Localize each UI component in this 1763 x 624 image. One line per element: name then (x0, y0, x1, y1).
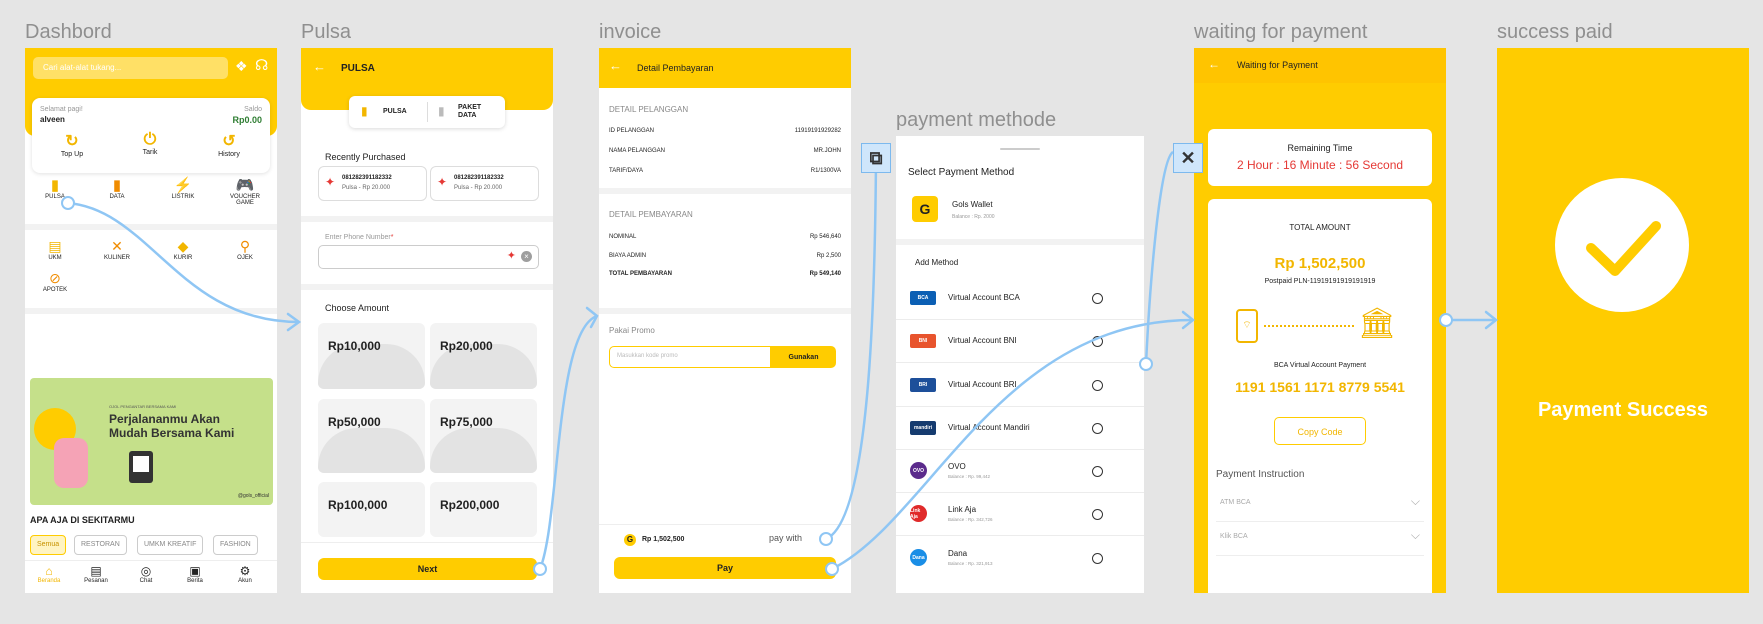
flow-line (67, 201, 300, 324)
flow-start-dot[interactable] (1139, 357, 1153, 371)
flow-start-dot[interactable] (61, 196, 75, 210)
flow-start-dot[interactable] (819, 532, 833, 546)
flow-start-dot[interactable] (1439, 313, 1453, 327)
flow-start-dot[interactable] (825, 562, 839, 576)
flow-line (825, 157, 878, 541)
flow-line (1144, 150, 1174, 365)
prototype-flow-lines (67, 150, 1499, 571)
flow-line (538, 314, 598, 570)
close-overlay-icon[interactable]: ✕ (1173, 143, 1203, 173)
flow-start-dot[interactable] (533, 562, 547, 576)
overlay-swap-icon[interactable]: ⧉ (861, 143, 891, 173)
flow-line (831, 318, 1194, 571)
